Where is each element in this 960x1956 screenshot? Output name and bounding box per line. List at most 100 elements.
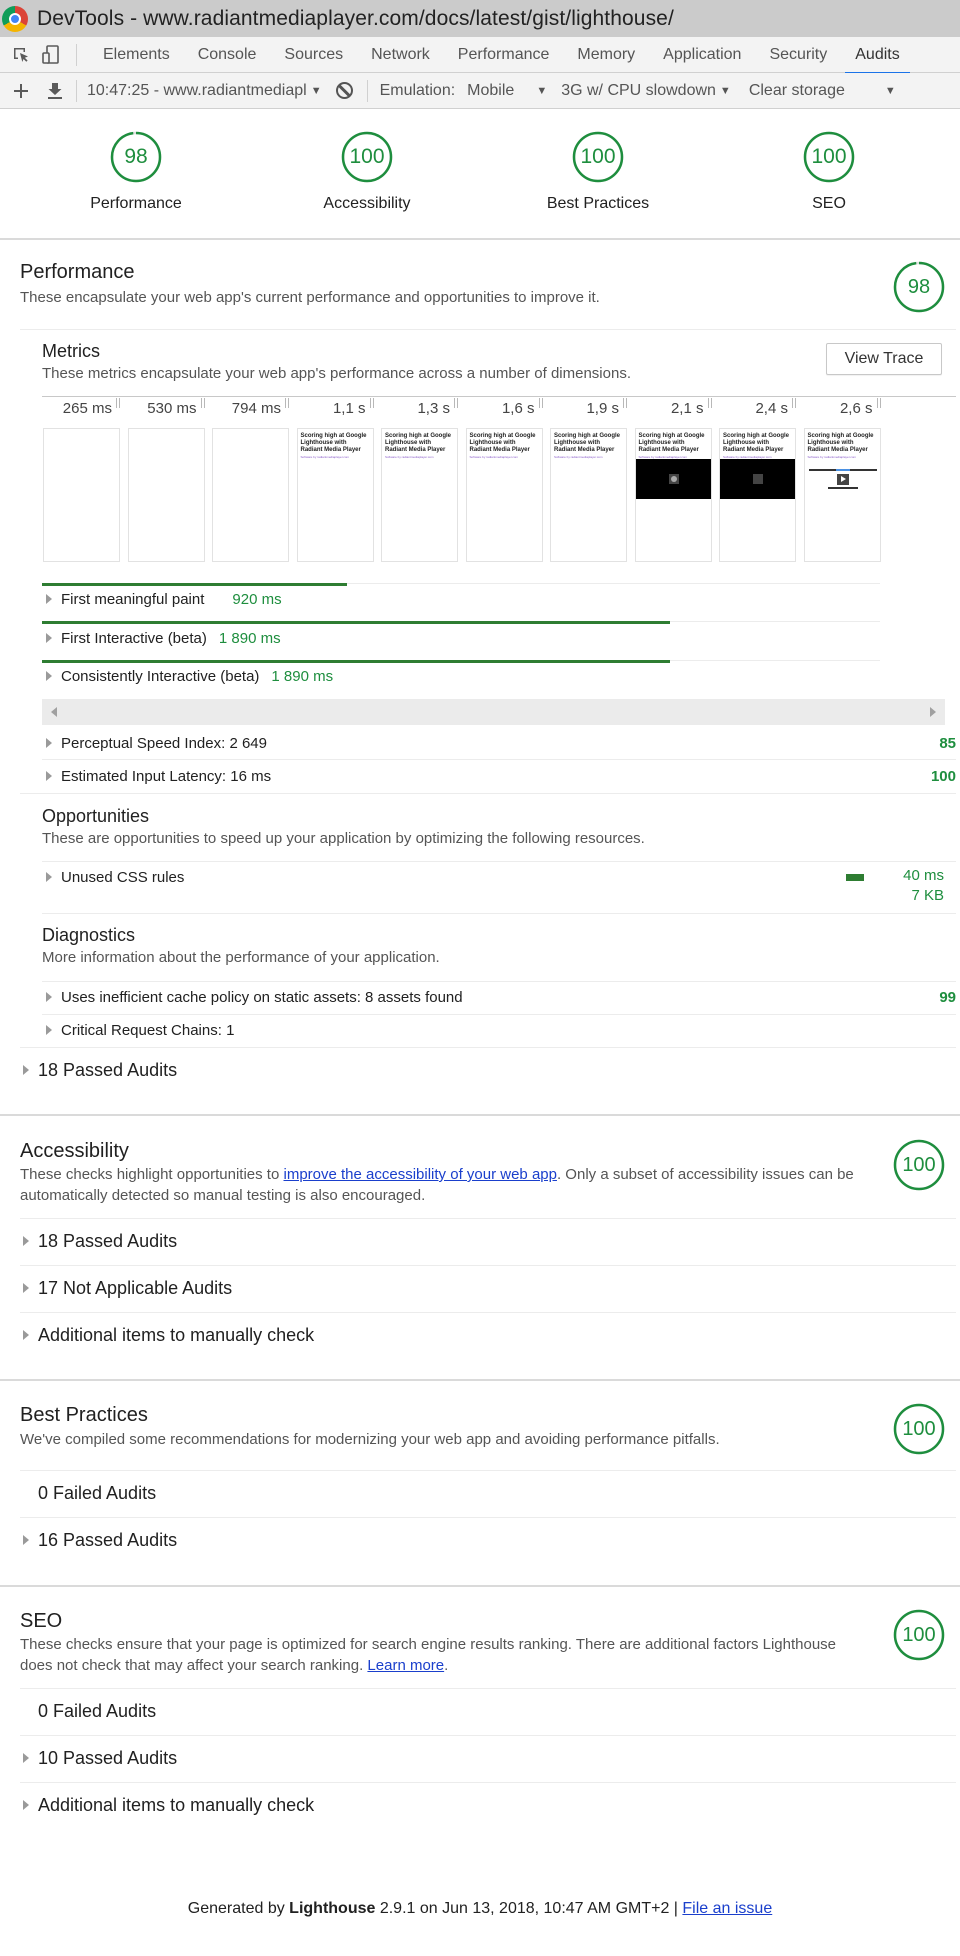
expand-arrow-icon <box>46 992 52 1002</box>
tick-mark <box>876 398 881 408</box>
download-report-icon[interactable] <box>38 76 72 106</box>
tab-console[interactable]: Console <box>184 37 271 73</box>
divider <box>20 1735 956 1736</box>
accessibility-help-link[interactable]: improve the accessibility of your web ap… <box>284 1166 557 1183</box>
frame-heading: Scoring high at Google Lighthouse with R… <box>300 433 367 453</box>
metrics-title: Metrics <box>42 341 100 361</box>
report-select[interactable]: 10:47:25 - www.radiantmediapl ▼ <box>87 82 322 100</box>
best-practices-passed-audits[interactable]: 16 Passed Audits <box>20 1522 956 1558</box>
chevron-down-icon: ▼ <box>884 84 896 97</box>
emulation-select[interactable]: Mobile ▼ <box>467 82 547 100</box>
frame-subtitle: Software by radiantmediaplayer.com <box>300 455 350 459</box>
category-score-gauge: 100 <box>892 1138 946 1192</box>
tab-memory[interactable]: Memory <box>563 37 649 73</box>
summary-gauge-accessibility[interactable]: 100 Accessibility <box>287 130 447 213</box>
filmstrip-frame: Scoring high at Google Lighthouse with R… <box>550 428 627 562</box>
best-practices-failed-audits: 0 Failed Audits <box>20 1475 956 1511</box>
accessibility-not-applicable-audits[interactable]: 17 Not Applicable Audits <box>20 1270 956 1306</box>
file-an-issue-link[interactable]: File an issue <box>682 1900 772 1917</box>
diagnostic-cache-policy[interactable]: Uses inefficient cache policy on static … <box>42 981 956 1013</box>
metric-label: Consistently Interactive (beta) <box>61 667 260 685</box>
frame-player-logo <box>808 469 878 489</box>
timeline-tick: 2,1 s <box>634 398 712 417</box>
tab-audits[interactable]: Audits <box>841 37 913 74</box>
timeline-tick-label: 1,1 s <box>332 400 366 417</box>
metric-perceptual-speed-index[interactable]: Perceptual Speed Index: 2 649 85 <box>42 727 956 759</box>
expand-arrow-icon <box>23 1330 29 1340</box>
opportunity-unused-css[interactable]: Unused CSS rules <box>42 861 956 893</box>
score-value: 100 <box>902 1154 936 1176</box>
metric-consistently-interactive[interactable]: Consistently Interactive (beta) 1 890 ms <box>42 660 956 692</box>
opportunity-savings: 40 ms 7 KB <box>903 866 944 906</box>
frame-heading: Scoring high at Google Lighthouse with R… <box>385 433 451 453</box>
summary-gauge-best-practices[interactable]: 100 Best Practices <box>518 130 678 213</box>
timeline-tick-label: 265 ms <box>62 400 112 417</box>
group-label: 0 Failed Audits <box>38 1482 157 1503</box>
score-value: 100 <box>902 1418 936 1440</box>
metric-first-meaningful-paint[interactable]: First meaningful paint 920 ms <box>42 583 956 615</box>
expand-arrow-icon <box>23 1065 29 1075</box>
tab-network[interactable]: Network <box>357 37 444 73</box>
metric-first-interactive[interactable]: First Interactive (beta) 1 890 ms <box>42 622 956 654</box>
metric-label: Estimated Input Latency: 16 ms <box>61 767 272 785</box>
expand-arrow-icon <box>23 1535 29 1545</box>
accessibility-manual-checks[interactable]: Additional items to manually check <box>20 1317 956 1353</box>
timeline-tick: 1,6 s <box>465 398 543 417</box>
summary-gauge-seo[interactable]: 100 SEO <box>749 130 909 213</box>
score-value: 100 <box>902 1624 936 1646</box>
group-label: 16 Passed Audits <box>38 1529 178 1550</box>
tick-mark <box>454 398 458 408</box>
accessibility-passed-audits[interactable]: 18 Passed Audits <box>20 1223 956 1259</box>
timeline-tick: 1,3 s <box>380 398 458 417</box>
filmstrip-frame: Scoring high at Google Lighthouse with R… <box>719 428 796 562</box>
category-title: Performance <box>20 261 135 283</box>
horizontal-scrollbar[interactable] <box>42 699 945 725</box>
frame-video-player <box>635 459 711 499</box>
clear-storage-select[interactable]: Clear storage ▼ <box>749 82 896 100</box>
tab-elements[interactable]: Elements <box>89 37 184 73</box>
throttling-value: 3G w/ CPU slowdown <box>561 81 716 99</box>
tab-performance[interactable]: Performance <box>444 37 564 73</box>
timeline-tick-label: 2,6 s <box>839 400 873 417</box>
tab-sources[interactable]: Sources <box>270 37 357 73</box>
diagnostics-title: Diagnostics <box>42 925 136 945</box>
tab-security[interactable]: Security <box>755 37 841 73</box>
view-trace-button[interactable]: View Trace <box>826 343 942 375</box>
frame-subtitle: Software by radiantmediaplayer.com <box>385 455 434 459</box>
filmstrip: 265 ms 530 ms 794 ms 1,1 s Scoring high at G… <box>42 398 945 565</box>
category-score-gauge: 100 <box>892 1402 946 1456</box>
seo-manual-checks[interactable]: Additional items to manually check <box>20 1787 956 1823</box>
timeline-tick: 794 ms <box>211 398 289 417</box>
category-title: SEO <box>20 1610 63 1632</box>
device-toolbar-icon[interactable] <box>36 40 66 70</box>
new-audit-plus-icon[interactable] <box>4 76 38 106</box>
group-label: 10 Passed Audits <box>38 1747 178 1768</box>
section-divider <box>0 1379 960 1381</box>
group-label: 18 Passed Audits <box>38 1230 178 1251</box>
throttling-select[interactable]: 3G w/ CPU slowdown ▼ <box>561 82 731 100</box>
inspect-element-icon[interactable] <box>6 40 36 70</box>
metric-value: 1 890 ms <box>218 629 281 647</box>
score-value: 98 <box>907 276 931 298</box>
filmstrip-frame: Scoring high at Google Lighthouse with R… <box>803 428 881 562</box>
diagnostic-score: 99 <box>939 988 956 1006</box>
expand-arrow-icon <box>46 633 52 643</box>
footer-product: Lighthouse <box>289 1900 376 1917</box>
audits-toolbar: 10:47:25 - www.radiantmediapl ▼ Emulatio… <box>0 73 960 109</box>
summary-gauge-performance[interactable]: 98 Performance <box>56 130 216 213</box>
category-score-gauge: 98 <box>892 260 946 314</box>
performance-passed-audits[interactable]: 18 Passed Audits <box>20 1052 956 1088</box>
expand-arrow-icon <box>23 1800 29 1810</box>
diagnostic-critical-request-chains[interactable]: Critical Request Chains: 1 <box>42 1014 956 1046</box>
emulation-label: Emulation: <box>379 81 456 99</box>
metric-estimated-input-latency[interactable]: Estimated Input Latency: 16 ms 100 <box>42 760 956 792</box>
clear-all-block-icon[interactable] <box>335 82 353 99</box>
learn-more-link[interactable]: Learn more <box>367 1657 444 1674</box>
seo-passed-audits[interactable]: 10 Passed Audits <box>20 1740 956 1776</box>
scroll-right-icon[interactable] <box>930 707 936 717</box>
section-divider <box>0 1114 960 1116</box>
window-titlebar: DevTools - www.radiantmediaplayer.com/do… <box>0 0 960 37</box>
tab-application[interactable]: Application <box>649 37 755 73</box>
opportunities-description: These are opportunities to speed up your… <box>42 830 645 847</box>
scroll-left-icon[interactable] <box>51 707 57 717</box>
